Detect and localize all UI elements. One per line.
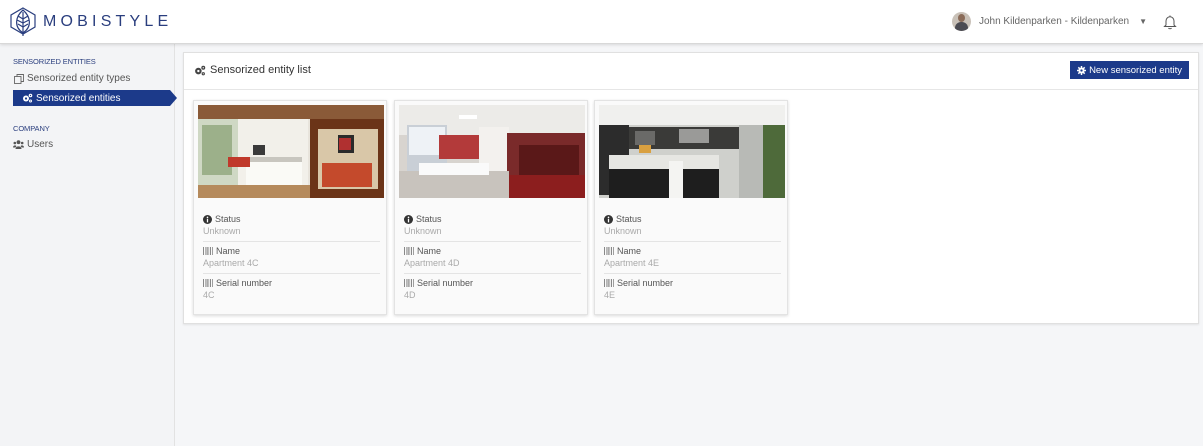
top-bar: MOBISTYLE John Kildenparken - Kildenpark…: [0, 0, 1203, 44]
name-field: Name Apartment 4C: [203, 246, 380, 268]
sidebar-item-label: Sensorized entity types: [27, 73, 131, 84]
serial-number-field: Serial number 4C: [203, 278, 380, 300]
entity-card-4e[interactable]: Status Unknown Name Apartment 4E Serial …: [594, 100, 788, 315]
info-circle-icon: [404, 214, 413, 224]
user-name[interactable]: John Kildenparken - Kildenparken: [979, 16, 1129, 27]
serial-label: Serial number: [417, 278, 474, 288]
entity-list-panel: Sensorized entity list New sensorized en…: [183, 52, 1199, 324]
name-value: Apartment 4E: [604, 258, 660, 268]
info-circle-icon: [203, 214, 212, 224]
sidebar-item-label: Users: [27, 139, 54, 150]
status-value: Unknown: [404, 226, 442, 236]
sidebar-item-sensorized-entities[interactable]: Sensorized entities: [13, 90, 177, 106]
sidebar-item-label: Sensorized entities: [36, 92, 121, 104]
entity-card-4d[interactable]: Status Unknown Name Apartment 4D Serial …: [394, 100, 588, 315]
divider: [203, 241, 380, 242]
name-value: Apartment 4D: [404, 258, 460, 268]
sidebar-section-title: COMPANY: [13, 124, 50, 133]
new-sensorized-entity-button[interactable]: New sensorized entity: [1070, 61, 1189, 79]
sidebar-item-users[interactable]: Users: [13, 139, 53, 150]
leaf-logo-icon: [10, 7, 36, 36]
serial-value: 4E: [604, 290, 616, 300]
name-label: Name: [216, 246, 241, 256]
serial-number-field: Serial number 4E: [604, 278, 781, 300]
user-menu[interactable]: John Kildenparken - Kildenparken ▼: [951, 12, 1177, 31]
barcode-icon: [203, 247, 213, 255]
entity-card-4c[interactable]: Status Unknown Name Apartment 4C Serial …: [193, 100, 387, 315]
users-icon: [13, 139, 24, 150]
serial-label: Serial number: [617, 278, 674, 288]
status-field: Status Unknown: [404, 214, 581, 236]
serial-value: 4D: [404, 290, 416, 300]
info-circle-icon: [604, 214, 613, 224]
sidebar-item-sensorized-entity-types[interactable]: Sensorized entity types: [13, 73, 130, 84]
status-label: Status: [416, 214, 442, 224]
divider: [203, 273, 380, 274]
caret-down-icon[interactable]: ▼: [1139, 17, 1147, 26]
status-label: Status: [616, 214, 642, 224]
barcode-icon: [604, 279, 614, 287]
sidebar-section-title: SENSORIZED ENTITIES: [13, 57, 96, 66]
cogs-icon: [194, 65, 206, 76]
apartment-photo[interactable]: [599, 105, 785, 198]
barcode-icon: [404, 279, 414, 287]
name-field: Name Apartment 4D: [404, 246, 581, 268]
bell-icon[interactable]: [1163, 14, 1177, 30]
status-field: Status Unknown: [604, 214, 781, 236]
logo-text: MOBISTYLE: [43, 13, 173, 30]
page-title: Sensorized entity list: [194, 64, 311, 76]
name-label: Name: [417, 246, 442, 256]
barcode-icon: [404, 247, 414, 255]
panel-header: Sensorized entity list New sensorized en…: [184, 53, 1198, 90]
new-button-label: New sensorized entity: [1089, 64, 1182, 76]
status-value: Unknown: [203, 226, 241, 236]
gear-icon: [1077, 65, 1087, 75]
apartment-photo[interactable]: [399, 105, 585, 198]
divider: [604, 241, 781, 242]
logo[interactable]: MOBISTYLE: [9, 7, 172, 37]
status-label: Status: [215, 214, 241, 224]
divider: [404, 273, 581, 274]
barcode-icon: [604, 247, 614, 255]
divider: [404, 241, 581, 242]
page-title-text: Sensorized entity list: [210, 64, 311, 76]
serial-number-field: Serial number 4D: [404, 278, 581, 300]
cogs-icon: [22, 93, 33, 103]
avatar[interactable]: [951, 12, 971, 31]
barcode-icon: [203, 279, 213, 287]
divider: [604, 273, 781, 274]
copy-icon: [13, 73, 24, 84]
serial-value: 4C: [203, 290, 215, 300]
name-field: Name Apartment 4E: [604, 246, 781, 268]
status-field: Status Unknown: [203, 214, 380, 236]
status-value: Unknown: [604, 226, 642, 236]
name-label: Name: [617, 246, 642, 256]
name-value: Apartment 4C: [203, 258, 259, 268]
sidebar: SENSORIZED ENTITIES Sensorized entity ty…: [0, 44, 177, 446]
apartment-photo[interactable]: [198, 105, 384, 198]
serial-label: Serial number: [216, 278, 273, 288]
